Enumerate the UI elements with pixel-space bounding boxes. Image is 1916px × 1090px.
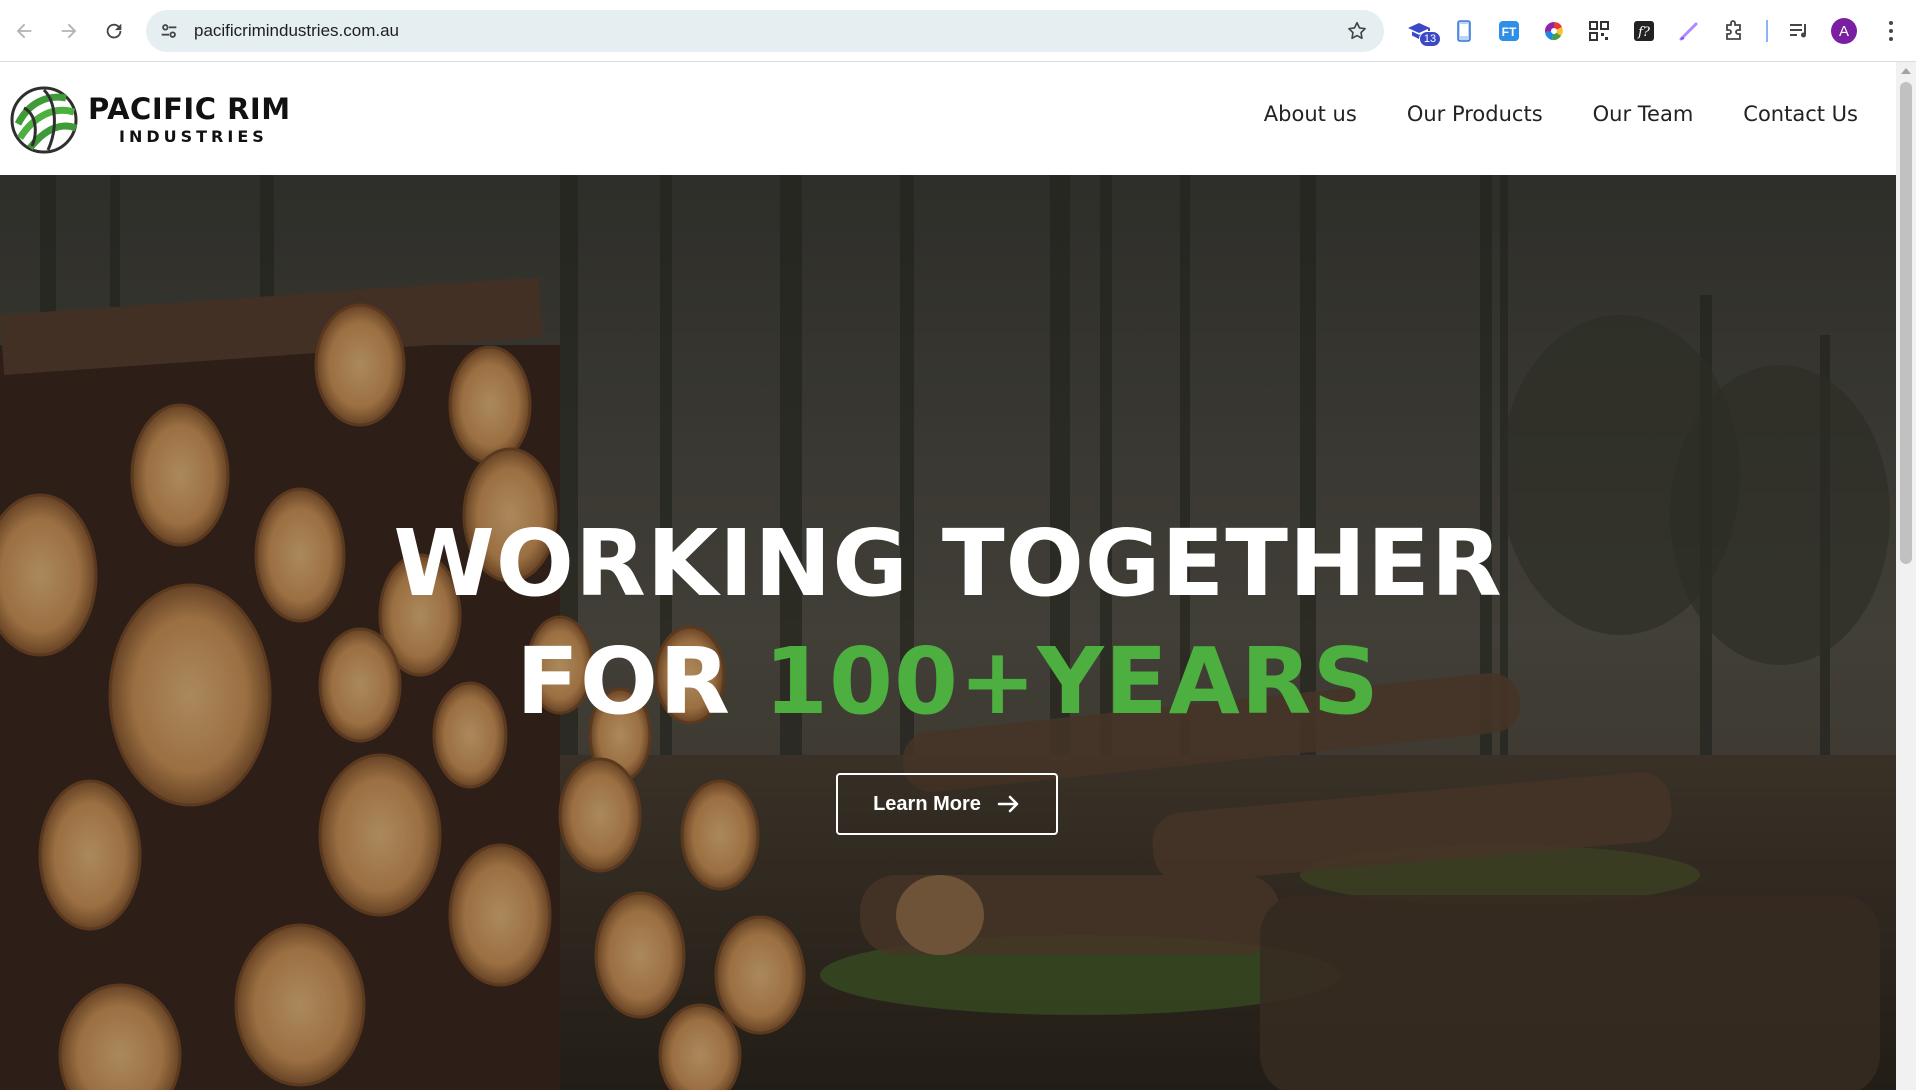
learn-more-button[interactable]: Learn More [836,773,1058,835]
extension-phone[interactable] [1450,17,1478,45]
puzzle-icon [1726,20,1741,40]
playlist-icon [1790,24,1806,38]
function-icon: f? [1634,21,1654,41]
learn-more-label: Learn More [873,792,981,815]
globe-logo-icon [10,86,78,154]
scrollbar-thumb[interactable] [1900,82,1912,564]
nav-contact-us[interactable]: Contact Us [1743,102,1858,126]
page-scrollbar[interactable] [1896,62,1916,1090]
qr-code-icon [1589,21,1609,41]
forward-button[interactable] [51,13,87,49]
nav-our-products[interactable]: Our Products [1407,102,1543,126]
logo-title: PACIFIC RIM [88,92,291,126]
extension-color[interactable] [1540,17,1568,45]
toolbar-divider [1766,20,1768,42]
hero-heading-line-1: WORKING TOGETHER [393,510,1503,617]
extension-pen[interactable] [1675,17,1703,45]
svg-text:f?: f? [1637,25,1651,40]
site-settings-icon[interactable] [158,20,180,42]
media-controls-button[interactable] [1785,17,1813,45]
address-bar[interactable]: pacificrimindustries.com.au [146,10,1384,52]
color-wheel-icon [1544,21,1563,41]
translate-icon: FT [1499,21,1519,41]
extension-badge: 13 [1419,31,1441,47]
nav-our-team[interactable]: Our Team [1593,102,1694,126]
url-text[interactable]: pacificrimindustries.com.au [194,21,399,41]
site-logo[interactable]: PACIFIC RIM INDUSTRIES [8,84,298,156]
extensions-button[interactable] [1720,17,1748,45]
back-icon [16,23,32,39]
main-navigation: About us Our Products Our Team Contact U… [1264,102,1858,126]
more-vert-icon[interactable] [1878,17,1904,45]
pen-icon [1679,22,1698,41]
hero-heading-prefix: FOR [516,628,765,735]
site-header: PACIFIC RIM INDUSTRIES About us Our Prod… [0,62,1896,175]
reload-button[interactable] [96,13,132,49]
back-button[interactable] [6,13,42,49]
hero-section: WORKING TOGETHER FOR 100+YEARS Learn Mor… [0,175,1896,1090]
extension-graduation[interactable]: 13 [1405,17,1441,47]
bookmark-star-icon[interactable] [1346,20,1368,42]
hero-heading: WORKING TOGETHER FOR 100+YEARS [0,505,1896,741]
nav-about-us[interactable]: About us [1264,102,1357,126]
hero-heading-line-2: FOR 100+YEARS [0,623,1896,741]
browser-toolbar: pacificrimindustries.com.au 13 FT f? A [0,0,1916,62]
extension-qr[interactable] [1585,17,1613,45]
extension-function[interactable]: f? [1630,17,1658,45]
extension-translate[interactable]: FT [1495,17,1523,45]
profile-avatar[interactable]: A [1831,18,1857,44]
arrow-right-icon [997,795,1019,813]
phone-icon [1457,20,1471,42]
svg-text:FT: FT [1502,25,1517,39]
logo-subtitle: INDUSTRIES [119,127,268,146]
reload-icon [106,23,122,39]
hero-heading-accent: 100+YEARS [764,628,1380,735]
scroll-up-arrow-icon[interactable] [1901,68,1911,74]
forward-icon [61,23,77,39]
